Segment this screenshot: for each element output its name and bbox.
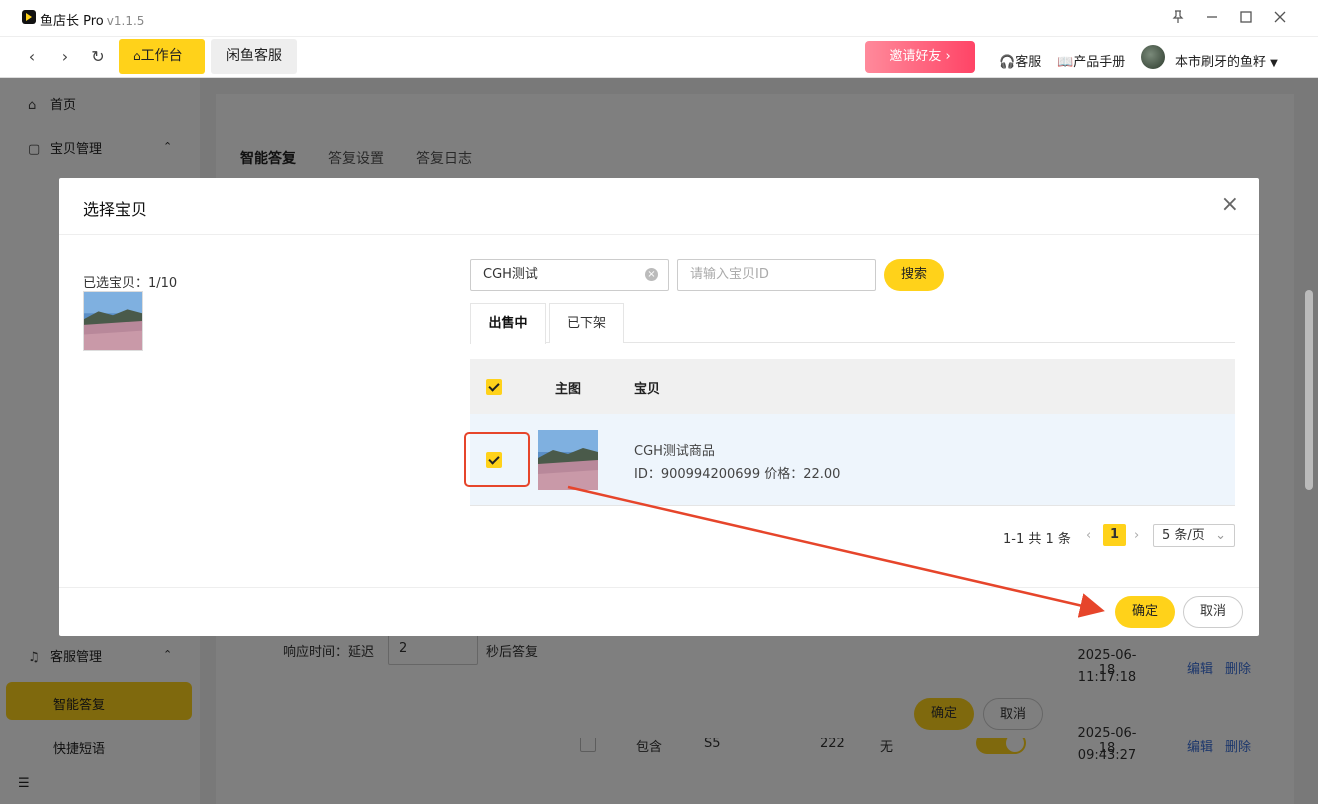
- chevron-right-icon: ›: [945, 49, 951, 64]
- selected-goods-thumbnail[interactable]: [83, 291, 143, 351]
- tab-on-sale[interactable]: 出售中: [470, 303, 546, 344]
- app-name: 鱼店长 Pro: [40, 14, 104, 29]
- cancel-button[interactable]: 取消: [1183, 596, 1243, 628]
- confirm-button[interactable]: 确定: [1115, 596, 1175, 628]
- customer-service-link[interactable]: 🎧客服: [999, 51, 1041, 70]
- goods-name: CGH测试商品: [634, 444, 715, 459]
- invite-label: 邀请好友: [889, 49, 942, 64]
- selected-count-label: 已选宝贝：1/10: [83, 276, 178, 291]
- page-size-select[interactable]: 5 条/页 ⌄: [1153, 524, 1235, 547]
- maximize-icon[interactable]: [1235, 8, 1257, 30]
- page-size-value: 5 条/页: [1162, 528, 1205, 543]
- tab-workbench[interactable]: ⌂工作台: [119, 39, 205, 74]
- app-logo-icon: [22, 10, 36, 24]
- select-goods-modal: 选择宝贝 × 已选宝贝：1/10 CGH测试 × 请输入宝贝ID 搜索 出售中 …: [59, 178, 1259, 636]
- avatar[interactable]: [1141, 45, 1165, 69]
- goods-search-input[interactable]: CGH测试: [470, 259, 669, 291]
- back-button[interactable]: ‹: [22, 47, 42, 67]
- app-version: v1.1.5: [106, 14, 145, 28]
- caret-down-icon: ▼: [1270, 58, 1278, 69]
- modal-footer-divider: [59, 587, 1259, 588]
- tab-off-shelf[interactable]: 已下架: [549, 303, 624, 343]
- pager-page-current[interactable]: 1: [1103, 524, 1126, 546]
- modal-title: 选择宝贝: [83, 200, 148, 219]
- forward-button[interactable]: ›: [55, 47, 75, 67]
- goods-id-input[interactable]: 请输入宝贝ID: [677, 259, 876, 291]
- column-header-image: 主图: [555, 382, 582, 397]
- book-icon: 📖: [1057, 55, 1074, 70]
- minimize-icon[interactable]: [1201, 8, 1223, 30]
- chevron-down-icon: ⌄: [1215, 528, 1226, 543]
- goods-meta: ID：900994200699 价格：22.00: [634, 467, 841, 482]
- home-icon: ⌂: [133, 49, 141, 63]
- app-title: 鱼店长 Pro v1.1.5: [40, 10, 144, 29]
- pager-total: 1-1 共 1 条: [1003, 532, 1071, 547]
- select-all-checkbox[interactable]: [486, 379, 502, 395]
- headset-icon: 🎧: [999, 55, 1016, 70]
- highlight-box: [464, 432, 530, 487]
- title-bar: 鱼店长 Pro v1.1.5: [0, 0, 1318, 37]
- chevron-right-icon[interactable]: ›: [1134, 528, 1139, 543]
- invite-friends-button[interactable]: 邀请好友 ›: [865, 41, 975, 73]
- tab-xianyu-service[interactable]: 闲鱼客服: [211, 39, 297, 74]
- scrollbar[interactable]: [1305, 290, 1313, 490]
- table-header: 主图 宝贝: [470, 359, 1235, 414]
- clear-icon[interactable]: ×: [645, 268, 658, 281]
- manual-label: 产品手册: [1073, 55, 1126, 70]
- user-menu[interactable]: 本市刷牙的鱼籽 ▼: [1175, 51, 1278, 70]
- username: 本市刷牙的鱼籽: [1175, 55, 1267, 70]
- refresh-button[interactable]: ↻: [88, 47, 108, 67]
- pin-icon[interactable]: [1167, 8, 1189, 30]
- tab-workbench-label: 工作台: [140, 48, 183, 64]
- chevron-left-icon[interactable]: ‹: [1086, 528, 1091, 543]
- close-icon[interactable]: ×: [1221, 193, 1239, 217]
- search-button[interactable]: 搜索: [884, 259, 944, 291]
- goods-status-tabs: 出售中 已下架: [470, 303, 1235, 344]
- table-row[interactable]: CGH测试商品 ID：900994200699 价格：22.00: [470, 414, 1235, 506]
- column-header-goods: 宝贝: [634, 382, 661, 397]
- window-close-icon[interactable]: [1269, 8, 1291, 30]
- modal-header: 选择宝贝 ×: [59, 178, 1259, 235]
- service-label: 客服: [1015, 55, 1042, 70]
- product-manual-link[interactable]: 📖产品手册: [1057, 51, 1125, 70]
- toolbar: ‹ › ↻ ⌂工作台 闲鱼客服 邀请好友 › 🎧客服 📖产品手册 本市刷牙的鱼籽…: [0, 37, 1318, 78]
- goods-main-image: [538, 430, 598, 490]
